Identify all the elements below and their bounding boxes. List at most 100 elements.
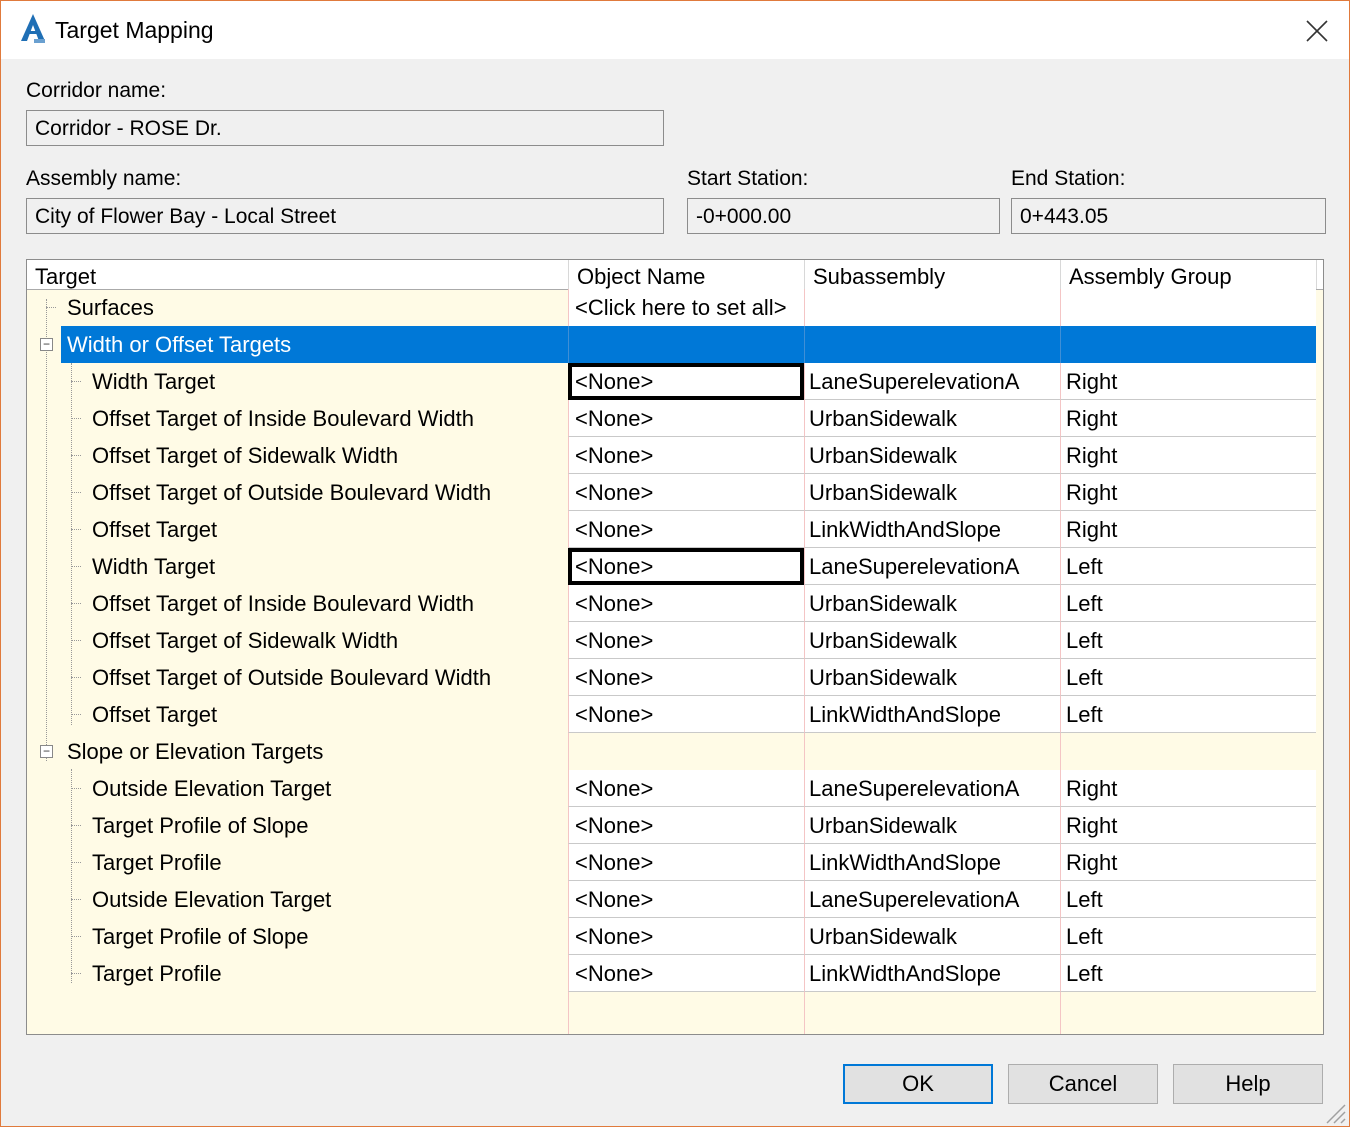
table-row[interactable]: Offset Target of Sidewalk Width <None> U… xyxy=(27,437,1323,474)
table-row[interactable]: Offset Target of Inside Boulevard Width … xyxy=(27,400,1323,437)
tree-row-width-offset-targets[interactable]: − Width or Offset Targets xyxy=(27,326,1323,363)
table-row[interactable]: Offset Target <None> LinkWidthAndSlope L… xyxy=(27,696,1323,733)
object-name-cell[interactable]: <None> xyxy=(568,881,804,918)
tree-item-label: Surfaces xyxy=(67,295,154,320)
table-row[interactable]: Width Target <None> LaneSuperelevationA … xyxy=(27,363,1323,400)
target-name: Target Profile of Slope xyxy=(92,813,309,838)
object-name-cell[interactable]: <None> xyxy=(568,585,804,622)
table-row[interactable]: Target Profile of Slope <None> UrbanSide… xyxy=(27,918,1323,955)
subassembly-cell: UrbanSidewalk xyxy=(804,807,1060,844)
target-name: Offset Target of Sidewalk Width xyxy=(92,443,399,468)
close-button[interactable] xyxy=(1295,11,1339,51)
subassembly-cell: UrbanSidewalk xyxy=(804,585,1060,622)
object-name-cell[interactable]: <None> xyxy=(568,696,804,733)
subassembly-cell: UrbanSidewalk xyxy=(804,622,1060,659)
end-station-label: End Station: xyxy=(1011,167,1126,190)
assembly-group-cell: Right xyxy=(1060,363,1316,400)
set-all-surfaces-cell[interactable]: <Click here to set all> xyxy=(568,289,804,326)
object-name-cell[interactable]: <None> xyxy=(568,955,804,992)
object-name-cell[interactable]: <None> xyxy=(568,511,804,548)
table-row[interactable]: Target Profile <None> LinkWidthAndSlope … xyxy=(27,844,1323,881)
window-title: Target Mapping xyxy=(55,17,214,43)
assembly-group-cell xyxy=(1060,326,1316,363)
ok-button[interactable]: OK xyxy=(843,1064,993,1104)
table-row[interactable]: Offset Target of Outside Boulevard Width… xyxy=(27,474,1323,511)
subassembly-cell: LinkWidthAndSlope xyxy=(804,696,1060,733)
assembly-group-cell xyxy=(1060,733,1316,770)
assembly-group-cell: Left xyxy=(1060,881,1316,918)
column-header-object-name[interactable]: Object Name xyxy=(569,260,805,289)
start-station-label: Start Station: xyxy=(687,167,809,190)
start-station-field: -0+000.00 xyxy=(687,198,1000,234)
column-header-target[interactable]: Target xyxy=(27,260,569,289)
target-name: Offset Target xyxy=(92,702,218,727)
column-header-assembly-group[interactable]: Assembly Group xyxy=(1061,260,1317,289)
subassembly-cell: LaneSuperelevationA xyxy=(804,881,1060,918)
target-name: Outside Elevation Target xyxy=(92,887,332,912)
assembly-group-cell: Left xyxy=(1060,622,1316,659)
object-name-cell[interactable]: <None> xyxy=(568,474,804,511)
assembly-group-cell: Left xyxy=(1060,918,1316,955)
tree-row-surfaces[interactable]: Surfaces <Click here to set all> xyxy=(27,289,1323,326)
tree-group-label: Slope or Elevation Targets xyxy=(67,739,324,764)
target-name: Offset Target of Outside Boulevard Width xyxy=(92,480,492,505)
object-name-cell[interactable]: <None> xyxy=(568,400,804,437)
object-name-cell[interactable]: <None> xyxy=(568,918,804,955)
subassembly-cell: UrbanSidewalk xyxy=(804,659,1060,696)
assembly-group-cell: Left xyxy=(1060,659,1316,696)
subassembly-cell: LinkWidthAndSlope xyxy=(804,955,1060,992)
object-name-cell[interactable]: <None> xyxy=(568,622,804,659)
subassembly-cell: LaneSuperelevationA xyxy=(804,363,1060,400)
assembly-group-cell: Left xyxy=(1060,696,1316,733)
assembly-group-cell: Left xyxy=(1060,955,1316,992)
target-grid: Target Object Name Subassembly Assembly … xyxy=(26,259,1324,1035)
table-row[interactable]: Offset Target of Inside Boulevard Width … xyxy=(27,585,1323,622)
assembly-group-cell: Right xyxy=(1060,770,1316,807)
target-name: Target Profile of Slope xyxy=(92,924,309,949)
object-name-cell[interactable]: <None> xyxy=(568,807,804,844)
target-name: Target Profile xyxy=(92,850,222,875)
assembly-group-cell: Right xyxy=(1060,437,1316,474)
target-name: Outside Elevation Target xyxy=(92,776,332,801)
assembly-group-cell: Right xyxy=(1060,511,1316,548)
corridor-name-field: Corridor - ROSE Dr. xyxy=(26,110,664,146)
subassembly-cell: LaneSuperelevationA xyxy=(804,770,1060,807)
object-name-cell[interactable]: <None> xyxy=(568,844,804,881)
object-name-cell xyxy=(568,733,804,770)
target-name: Width Target xyxy=(92,554,216,579)
table-row[interactable]: Outside Elevation Target <None> LaneSupe… xyxy=(27,881,1323,918)
title-bar: Target Mapping xyxy=(1,1,1349,59)
end-station-field: 0+443.05 xyxy=(1011,198,1326,234)
table-row[interactable]: Offset Target <None> LinkWidthAndSlope R… xyxy=(27,511,1323,548)
help-button[interactable]: Help xyxy=(1173,1064,1323,1104)
subassembly-cell: LinkWidthAndSlope xyxy=(804,511,1060,548)
autocad-icon xyxy=(21,14,45,43)
object-name-cell[interactable]: <None> xyxy=(568,659,804,696)
subassembly-cell: UrbanSidewalk xyxy=(804,918,1060,955)
table-row[interactable]: Outside Elevation Target <None> LaneSupe… xyxy=(27,770,1323,807)
close-icon xyxy=(1306,20,1328,42)
object-name-cell[interactable]: <None> xyxy=(568,437,804,474)
subassembly-cell xyxy=(804,326,1060,363)
subassembly-cell: UrbanSidewalk xyxy=(804,437,1060,474)
subassembly-cell: UrbanSidewalk xyxy=(804,400,1060,437)
assembly-group-cell xyxy=(1060,289,1316,326)
object-name-cell[interactable]: <None> xyxy=(568,770,804,807)
table-row[interactable]: Target Profile <None> LinkWidthAndSlope … xyxy=(27,955,1323,992)
object-name-cell[interactable]: <None> xyxy=(568,363,804,400)
object-name-cell[interactable]: <None> xyxy=(568,548,804,585)
table-row[interactable]: Width Target <None> LaneSuperelevationA … xyxy=(27,548,1323,585)
assembly-group-cell: Right xyxy=(1060,400,1316,437)
tree-row-slope-elevation-targets[interactable]: − Slope or Elevation Targets xyxy=(27,733,1323,770)
empty-row xyxy=(27,992,1323,1034)
target-name: Offset Target of Outside Boulevard Width xyxy=(92,665,492,690)
cancel-button[interactable]: Cancel xyxy=(1008,1064,1158,1104)
assembly-name-label: Assembly name: xyxy=(26,167,182,190)
target-name: Offset Target of Inside Boulevard Width xyxy=(92,406,474,431)
table-row[interactable]: Offset Target of Outside Boulevard Width… xyxy=(27,659,1323,696)
table-row[interactable]: Offset Target of Sidewalk Width <None> U… xyxy=(27,622,1323,659)
resize-grip-icon[interactable] xyxy=(1323,1101,1347,1125)
column-header-subassembly[interactable]: Subassembly xyxy=(805,260,1061,289)
table-row[interactable]: Target Profile of Slope <None> UrbanSide… xyxy=(27,807,1323,844)
target-name: Offset Target of Sidewalk Width xyxy=(92,628,399,653)
